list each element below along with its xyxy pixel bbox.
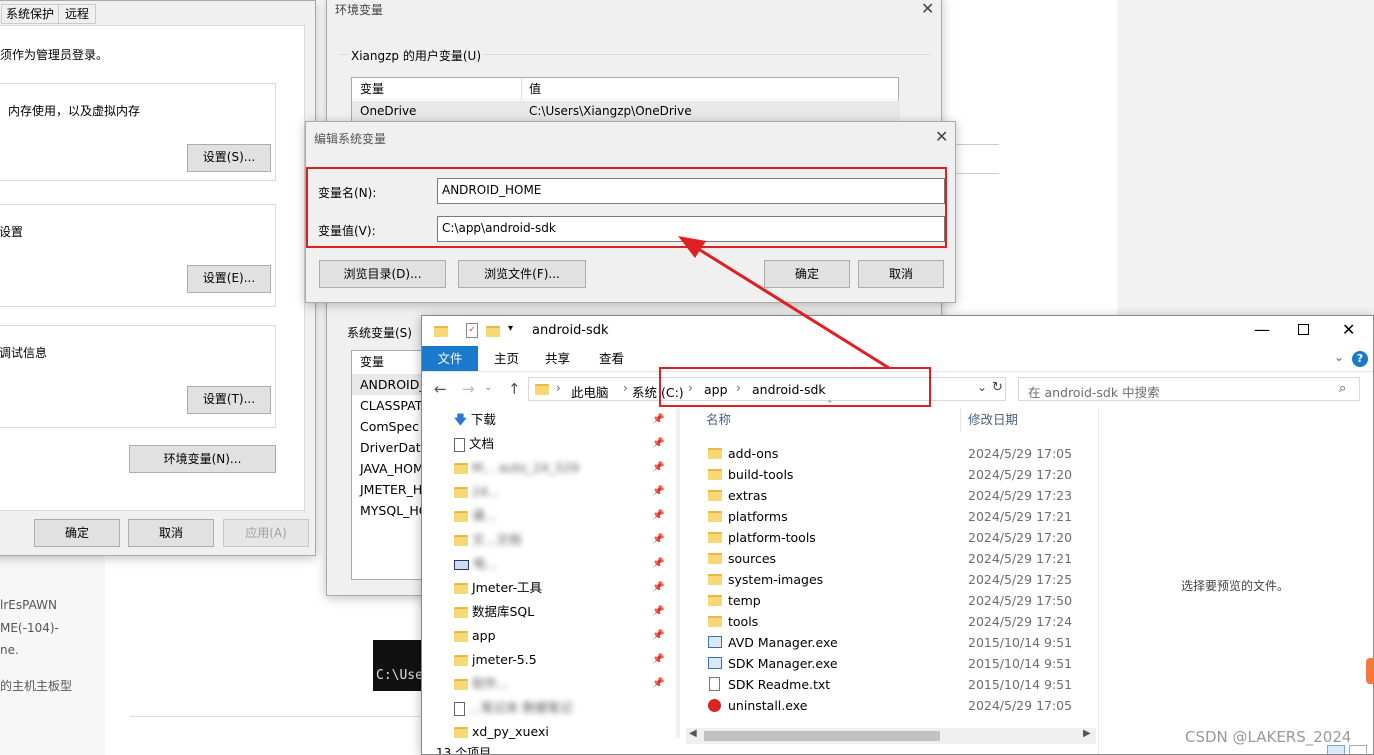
annotation-arrow <box>678 236 890 370</box>
arrow-head <box>678 236 706 258</box>
watermark: CSDN @LAKERS_2024 <box>1185 728 1352 746</box>
orange-marker <box>1366 658 1374 684</box>
arrow-line <box>691 243 890 370</box>
